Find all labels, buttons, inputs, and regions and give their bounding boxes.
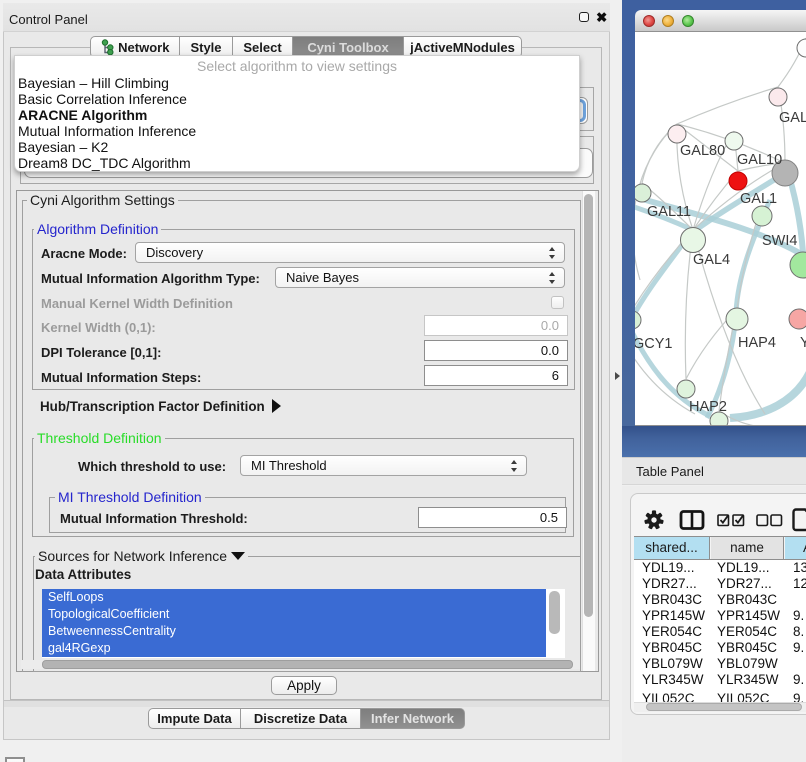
svg-text:HAP2: HAP2 [689,399,727,415]
svg-text:Y: Y [800,335,806,351]
svg-text:GAL: GAL [779,110,806,126]
svg-text:GAL4: GAL4 [693,252,730,268]
svg-text:GAL11: GAL11 [647,204,691,220]
svg-text:SWI4: SWI4 [762,233,797,249]
svg-text:GAL10: GAL10 [737,152,782,168]
svg-text:GCY1: GCY1 [635,336,673,352]
svg-text:GAL1: GAL1 [740,191,777,207]
svg-text:GAL80: GAL80 [680,143,725,159]
svg-text:HAP4: HAP4 [738,335,776,351]
